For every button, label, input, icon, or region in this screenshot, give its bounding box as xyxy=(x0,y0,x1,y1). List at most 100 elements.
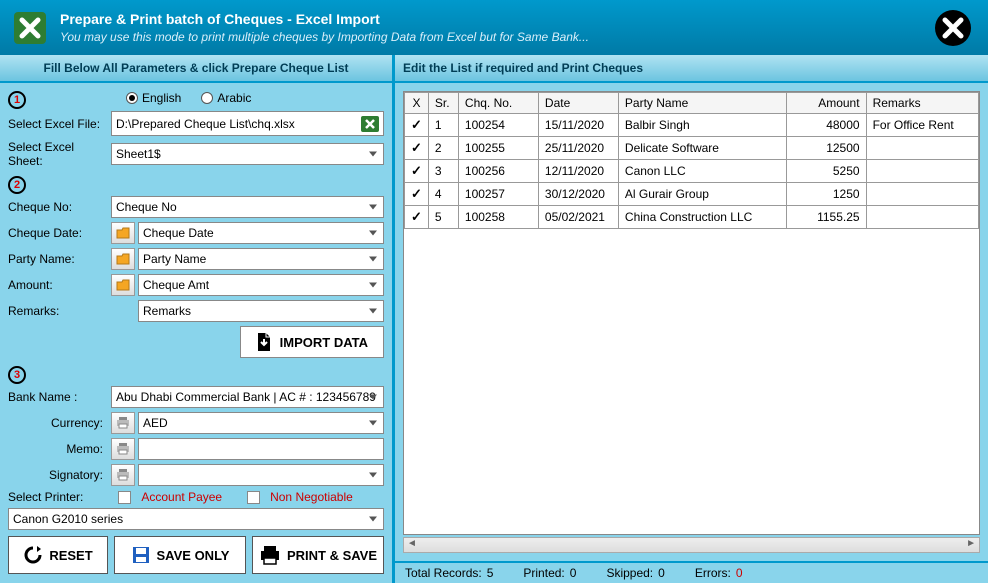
cell-amount[interactable]: 1250 xyxy=(786,183,866,206)
folder-icon xyxy=(116,227,130,239)
signatory-select[interactable] xyxy=(138,464,384,486)
bank-name-select[interactable]: Abu Dhabi Commercial Bank | AC # : 12345… xyxy=(111,386,384,408)
close-icon[interactable] xyxy=(933,8,973,48)
print-icon xyxy=(259,545,281,565)
label-bank-name: Bank Name : xyxy=(8,390,108,404)
col-sr[interactable]: Sr. xyxy=(428,93,458,114)
account-payee-checkbox[interactable] xyxy=(118,491,131,504)
cell-amount[interactable]: 5250 xyxy=(786,160,866,183)
col-check[interactable]: X xyxy=(405,93,429,114)
cell-sr[interactable]: 4 xyxy=(428,183,458,206)
label-remarks: Remarks: xyxy=(8,304,108,318)
cell-date[interactable]: 25/11/2020 xyxy=(538,137,618,160)
col-party[interactable]: Party Name xyxy=(618,93,786,114)
non-negotiable-checkbox[interactable] xyxy=(247,491,260,504)
row-checkbox[interactable] xyxy=(405,114,429,137)
cell-sr[interactable]: 5 xyxy=(428,206,458,229)
cell-sr[interactable]: 2 xyxy=(428,137,458,160)
table-row[interactable]: 510025805/02/2021China Construction LLC1… xyxy=(405,206,979,229)
label-select-printer: Select Printer: xyxy=(8,490,83,504)
row-checkbox[interactable] xyxy=(405,137,429,160)
window-subtitle: You may use this mode to print multiple … xyxy=(60,30,978,44)
label-excel-file: Select Excel File: xyxy=(8,117,108,131)
cell-sr[interactable]: 1 xyxy=(428,114,458,137)
memo-input[interactable] xyxy=(138,438,384,460)
cheque-date-icon-button[interactable] xyxy=(111,222,135,244)
cell-party[interactable]: Canon LLC xyxy=(618,160,786,183)
cell-chq[interactable]: 100254 xyxy=(458,114,538,137)
import-icon xyxy=(256,333,272,351)
cell-remarks[interactable] xyxy=(866,137,978,160)
printer-select[interactable]: Canon G2010 series xyxy=(8,508,384,530)
amount-icon-button[interactable] xyxy=(111,274,135,296)
section-marker-3: 3 xyxy=(8,366,26,384)
currency-select[interactable]: AED xyxy=(138,412,384,434)
app-excel-icon xyxy=(10,8,50,48)
window-title: Prepare & Print batch of Cheques - Excel… xyxy=(60,11,978,27)
cell-party[interactable]: Al Gurair Group xyxy=(618,183,786,206)
row-checkbox[interactable] xyxy=(405,206,429,229)
lang-arabic-radio[interactable]: Arabic xyxy=(201,91,251,105)
horizontal-scrollbar[interactable] xyxy=(403,537,980,553)
row-checkbox[interactable] xyxy=(405,160,429,183)
label-signatory: Signatory: xyxy=(8,468,108,482)
cell-party[interactable]: China Construction LLC xyxy=(618,206,786,229)
lang-english-radio[interactable]: English xyxy=(126,91,181,105)
print-save-button[interactable]: PRINT & SAVE xyxy=(252,536,384,574)
table-row[interactable]: 110025415/11/2020Balbir Singh48000For Of… xyxy=(405,114,979,137)
signatory-print-button[interactable] xyxy=(111,464,135,486)
label-currency: Currency: xyxy=(8,416,108,430)
table-row[interactable]: 210025525/11/2020Delicate Software12500 xyxy=(405,137,979,160)
cell-chq[interactable]: 100257 xyxy=(458,183,538,206)
excel-sheet-select[interactable]: Sheet1$ xyxy=(111,143,384,165)
save-only-button[interactable]: SAVE ONLY xyxy=(114,536,246,574)
memo-print-button[interactable] xyxy=(111,438,135,460)
col-amount[interactable]: Amount xyxy=(786,93,866,114)
cheque-no-select[interactable]: Cheque No xyxy=(111,196,384,218)
cell-amount[interactable]: 12500 xyxy=(786,137,866,160)
cell-chq[interactable]: 100256 xyxy=(458,160,538,183)
cell-remarks[interactable]: For Office Rent xyxy=(866,114,978,137)
currency-print-button[interactable] xyxy=(111,412,135,434)
cell-remarks[interactable] xyxy=(866,160,978,183)
excel-file-input[interactable]: D:\Prepared Cheque List\chq.xlsx xyxy=(111,111,384,136)
label-memo: Memo: xyxy=(8,442,108,456)
radio-icon xyxy=(126,92,138,104)
cell-party[interactable]: Delicate Software xyxy=(618,137,786,160)
col-date[interactable]: Date xyxy=(538,93,618,114)
import-data-button[interactable]: IMPORT DATA xyxy=(240,326,384,358)
cell-chq[interactable]: 100255 xyxy=(458,137,538,160)
cell-amount[interactable]: 1155.25 xyxy=(786,206,866,229)
amount-select[interactable]: Cheque Amt xyxy=(138,274,384,296)
col-remarks[interactable]: Remarks xyxy=(866,93,978,114)
browse-excel-icon[interactable] xyxy=(360,115,380,133)
party-name-select[interactable]: Party Name xyxy=(138,248,384,270)
party-name-icon-button[interactable] xyxy=(111,248,135,270)
label-cheque-date: Cheque Date: xyxy=(8,226,108,240)
cell-amount[interactable]: 48000 xyxy=(786,114,866,137)
col-chq[interactable]: Chq. No. xyxy=(458,93,538,114)
cell-date[interactable]: 15/11/2020 xyxy=(538,114,618,137)
lang-english-label: English xyxy=(142,91,181,105)
table-header-row: X Sr. Chq. No. Date Party Name Amount Re… xyxy=(405,93,979,114)
cell-remarks[interactable] xyxy=(866,206,978,229)
cheque-date-select[interactable]: Cheque Date xyxy=(138,222,384,244)
cell-date[interactable]: 05/02/2021 xyxy=(538,206,618,229)
printer-icon xyxy=(116,443,130,455)
cell-date[interactable]: 30/12/2020 xyxy=(538,183,618,206)
table-row[interactable]: 310025612/11/2020Canon LLC5250 xyxy=(405,160,979,183)
row-checkbox[interactable] xyxy=(405,183,429,206)
label-amount: Amount: xyxy=(8,278,108,292)
cell-remarks[interactable] xyxy=(866,183,978,206)
cell-party[interactable]: Balbir Singh xyxy=(618,114,786,137)
reset-button[interactable]: RESET xyxy=(8,536,108,574)
printer-icon xyxy=(116,417,130,429)
status-bar: Total Records:5 Printed:0 Skipped:0 Erro… xyxy=(395,561,988,583)
cell-date[interactable]: 12/11/2020 xyxy=(538,160,618,183)
cell-chq[interactable]: 100258 xyxy=(458,206,538,229)
table-row[interactable]: 410025730/12/2020Al Gurair Group1250 xyxy=(405,183,979,206)
remarks-select[interactable]: Remarks xyxy=(138,300,384,322)
cell-sr[interactable]: 3 xyxy=(428,160,458,183)
save-icon xyxy=(131,545,151,565)
cheque-table: X Sr. Chq. No. Date Party Name Amount Re… xyxy=(403,91,980,535)
